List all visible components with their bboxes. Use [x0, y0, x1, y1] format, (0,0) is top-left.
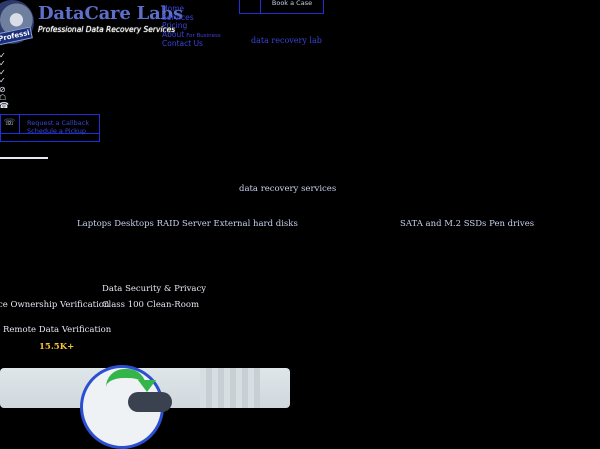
header-link[interactable]: data recovery lab: [251, 36, 322, 45]
request-callback-link[interactable]: Request a Callback: [27, 119, 89, 127]
phone-icon: ☎: [0, 101, 9, 111]
nav-item-contact[interactable]: Contact Us: [162, 40, 221, 49]
book-case-button[interactable]: Book a Case: [239, 0, 324, 14]
device-list-left: Laptops Desktops RAID Server External ha…: [77, 219, 298, 229]
device-laptops-link[interactable]: Laptops: [77, 219, 112, 229]
hard-disk-icon: [128, 392, 172, 412]
device-desktops-link[interactable]: Desktops: [114, 219, 154, 229]
hero-title: data recovery services: [239, 184, 337, 194]
device-raid-link[interactable]: RAID Server: [157, 219, 211, 229]
device-pendrive-link[interactable]: Pen drives: [489, 219, 534, 229]
brand-tagline: Professional Data Recovery Services: [38, 25, 176, 34]
device-external-hdd-link[interactable]: External hard disks: [214, 219, 298, 229]
photo-background-stripes: [200, 368, 260, 408]
feature-cleanroom: Class 100 Clean-Room: [102, 300, 200, 310]
device-ssd-link[interactable]: SATA and M.2 SSDs: [400, 219, 486, 229]
phone-icon: ☏: [0, 114, 20, 134]
feature-remote: Remote Data Verification: [3, 325, 112, 335]
main-nav: Home Services Pricing About For Business …: [162, 4, 221, 49]
section-divider: [0, 157, 48, 159]
sidebar-icon-list: ✓ ✓ ✓ ✓ ⊘ ☖ ☎: [0, 51, 9, 111]
schedule-pickup-link[interactable]: Schedule a Pickup: [27, 127, 86, 135]
feature-security: Data Security & Privacy: [102, 284, 207, 294]
recovery-arrow-head-icon: [138, 380, 156, 392]
feature-ownership: ce Ownership Verification: [0, 300, 110, 310]
book-case-label: Book a Case: [271, 0, 313, 7]
nav-item-about-sub: For Business: [186, 32, 221, 39]
stat-count: 15.5K+: [39, 342, 75, 352]
device-list-right: SATA and M.2 SSDs Pen drives: [400, 219, 534, 229]
book-case-icon-cell: [240, 0, 261, 13]
